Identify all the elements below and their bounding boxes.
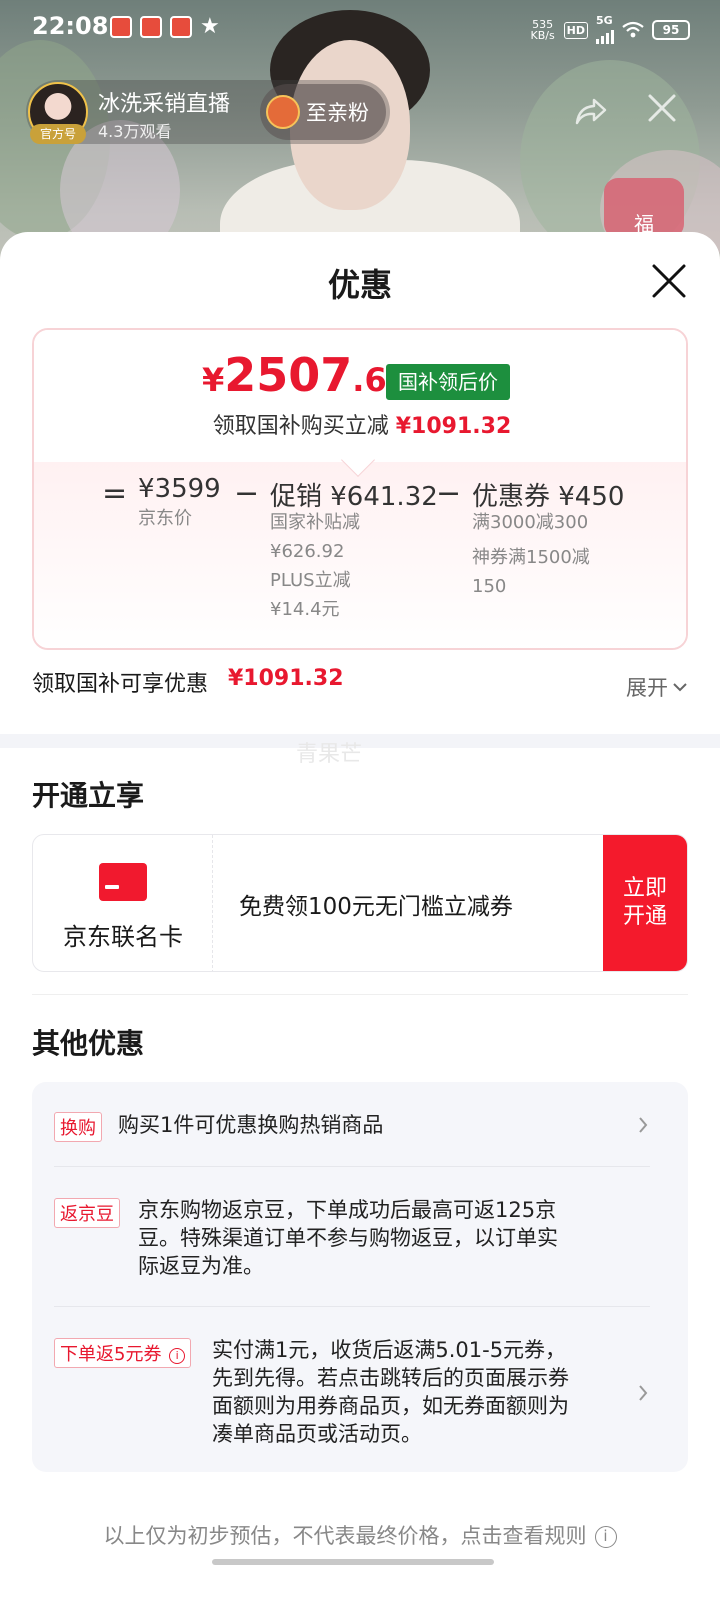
open-now-button[interactable]: 立即 开通 — [603, 835, 687, 971]
battery-icon: 95 — [652, 20, 690, 40]
subtitle-amount: ¥1091.32 — [395, 414, 512, 439]
price-integer: 2507 — [224, 348, 353, 402]
other-section-title: 其他优惠 — [32, 1027, 145, 1060]
app-notification-icon — [140, 16, 162, 38]
credit-card-icon — [99, 863, 147, 901]
minus-sign: − — [234, 476, 260, 511]
official-tag: 官方号 — [30, 124, 86, 144]
fan-club-button[interactable]: 至亲粉 — [260, 84, 386, 140]
fan-label: 至亲粉 — [306, 101, 369, 125]
item-divider — [54, 1306, 650, 1307]
info-icon: i — [169, 1348, 186, 1364]
total-value: ¥1091.32 — [228, 666, 344, 691]
close-icon[interactable] — [650, 262, 688, 300]
offer-text: 京东购物返京豆，下单成功后最高可返125京 豆。特殊渠道订单不参与购物返豆，以订… — [138, 1198, 558, 1278]
star-icon: ★ — [200, 14, 220, 39]
share-icon[interactable] — [574, 96, 608, 126]
other-offers-list: 换购 购买1件可优惠换购热销商品 返京豆 京东购物返京豆，下单成功后最高可返12… — [32, 1082, 688, 1472]
offer-tag: 换购 — [54, 1112, 102, 1142]
promo-note: PLUS立减 — [270, 570, 351, 591]
final-price-subtitle: 领取国补购买立减 ¥1091.32 — [34, 408, 686, 440]
net-speed: 535 KB/s — [530, 18, 555, 42]
co-branded-card-offer[interactable]: 京东联名卡 免费领100元无门槛立减券 立即 开通 — [32, 834, 688, 972]
offer-text: 实付满1元，收货后返满5.01-5元券， 先到先得。若点击跳转后的页面展示券 面… — [212, 1338, 569, 1446]
price-breakdown-card: ¥ 2507 .68 国补领后价 领取国补购买立减 ¥1091.32 = ¥35… — [32, 328, 688, 650]
network-type: 5G — [596, 14, 613, 27]
discount-sheet: 优惠 ¥ 2507 .68 国补领后价 领取国补购买立减 ¥1091.32 = … — [0, 232, 720, 1600]
coupon-note: 150 — [472, 576, 507, 597]
close-stream-icon[interactable] — [646, 92, 678, 124]
signal-icon — [596, 26, 614, 44]
expand-label: 展开 — [626, 676, 668, 700]
coupon-note: 神券满1500减 — [472, 547, 590, 568]
promo-note: ¥14.4元 — [270, 599, 340, 620]
promo-note: 国家补贴减 — [270, 512, 360, 533]
chevron-right-icon — [639, 1385, 648, 1401]
subtitle-prefix: 领取国补购买立减 — [212, 414, 389, 439]
watermark: 青果芒 — [296, 742, 363, 767]
notification-icons: ★ — [110, 16, 220, 38]
total-label: 领取国补可享优惠 — [32, 672, 209, 697]
total-discount-row: 领取国补可享优惠 ¥1091.32 展开 — [32, 662, 688, 702]
fan-badge-icon — [266, 95, 300, 129]
chevron-right-icon — [639, 1117, 648, 1133]
open-section-title: 开通立享 — [32, 779, 145, 812]
view-count: 4.3万观看 — [98, 122, 172, 141]
list-item: 返京豆 京东购物返京豆，下单成功后最高可返125京 豆。特殊渠道订单不参与购物返… — [54, 1198, 650, 1298]
card-info: 京东联名卡 — [33, 835, 213, 971]
anchor-name[interactable]: 冰洗采销直播 — [98, 86, 230, 118]
coupon-note: 满3000减300 — [472, 512, 589, 533]
app-notification-icon — [110, 16, 132, 38]
equals-sign: = — [102, 476, 128, 511]
status-time: 22:08 — [32, 12, 109, 40]
status-indicators: 535 KB/s HD 5G 95 — [530, 14, 690, 44]
currency-sign: ¥ — [202, 361, 225, 399]
rules-link[interactable]: 以上仅为初步预估，不代表最终价格，点击查看规则 i — [0, 1520, 720, 1550]
promo-note: ¥626.92 — [270, 541, 345, 562]
card-offer-desc: 免费领100元无门槛立减券 — [239, 894, 513, 920]
offer-tag: 返京豆 — [54, 1198, 120, 1228]
card-name: 京东联名卡 — [63, 923, 183, 951]
app-notification-icon — [170, 16, 192, 38]
sheet-title: 优惠 — [327, 266, 392, 304]
expand-button[interactable]: 展开 — [626, 672, 688, 702]
promo-notes: 国家补贴减 ¥626.92 PLUS立减 ¥14.4元 — [270, 508, 360, 624]
offer-tag: 下单返5元券 i — [54, 1338, 192, 1368]
jd-price: ¥3599 — [138, 474, 221, 504]
home-indicator[interactable] — [212, 1559, 494, 1565]
item-divider — [54, 1166, 650, 1167]
list-item[interactable]: 换购 购买1件可优惠换购热销商品 — [54, 1112, 650, 1152]
divider — [32, 994, 688, 995]
signal-group: 5G — [596, 14, 614, 44]
status-bar: 22:08 ★ 535 KB/s HD 5G 95 — [0, 0, 720, 56]
jd-price-label: 京东价 — [138, 508, 192, 529]
wifi-icon — [622, 21, 644, 38]
hd-icon: HD — [563, 21, 588, 39]
offer-text: 购买1件可优惠换购热销商品 — [118, 1113, 384, 1137]
coupon-notes: 满3000减300 神券满1500减 150 — [472, 508, 590, 601]
offer-tag-label: 下单返5元券 — [60, 1344, 162, 1365]
footer-note-text: 以上仅为初步预估，不代表最终价格，点击查看规则 — [103, 1524, 587, 1548]
final-price-tag: 国补领后价 — [386, 364, 510, 400]
info-icon: i — [594, 1526, 617, 1548]
final-price: ¥ 2507 .68 — [202, 348, 409, 402]
chevron-down-icon — [673, 683, 687, 692]
minus-sign: − — [436, 476, 462, 511]
list-item[interactable]: 下单返5元券 i 实付满1元，收货后返满5.01-5元券， 先到先得。若点击跳转… — [54, 1338, 650, 1450]
lucky-bag-badge[interactable]: 福 — [604, 178, 684, 238]
